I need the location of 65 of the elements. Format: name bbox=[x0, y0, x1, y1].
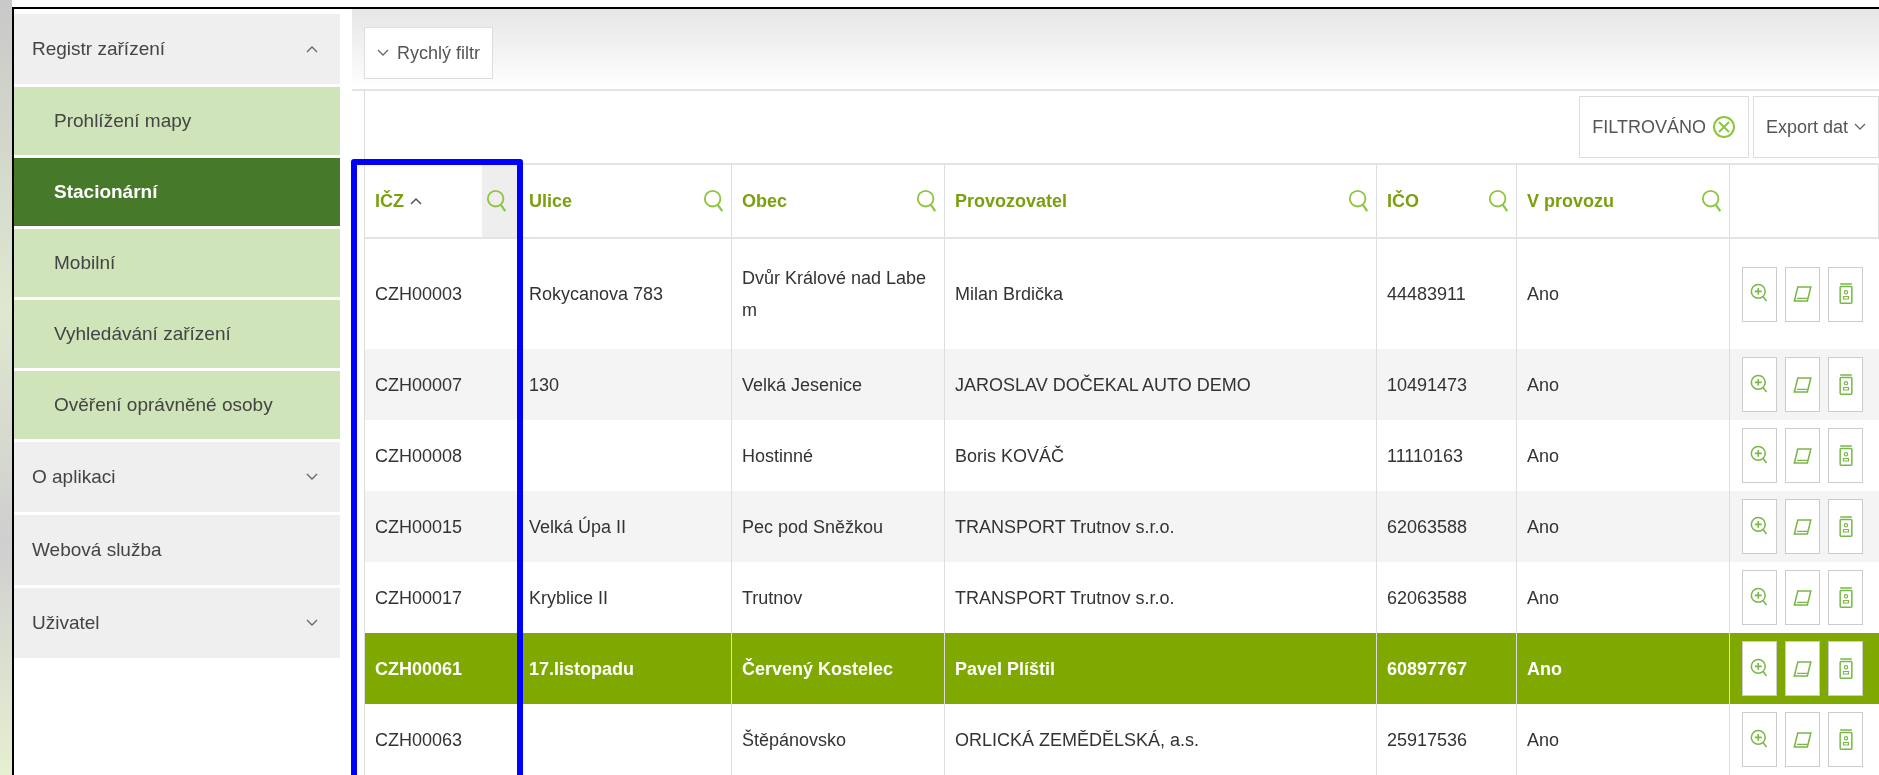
sidebar-subitem[interactable]: Ověření oprávněné osoby bbox=[14, 371, 340, 442]
table-cell: JAROSLAV DOČEKAL AUTO DEMO bbox=[945, 349, 1377, 420]
chevron-down-icon bbox=[377, 49, 389, 57]
sidebar-item[interactable]: Webová služba bbox=[14, 515, 340, 588]
book-button[interactable] bbox=[1785, 266, 1820, 322]
chevron-down-icon bbox=[1854, 123, 1866, 131]
zoom-in-button[interactable] bbox=[1742, 570, 1777, 625]
table-cell: CZH00007 bbox=[365, 349, 519, 420]
table-cell: 62063588 bbox=[1377, 491, 1517, 562]
chevron-down-icon bbox=[306, 619, 318, 627]
chevron-up-icon bbox=[306, 45, 318, 53]
id-card-button[interactable] bbox=[1828, 499, 1863, 554]
sidebar-subitem[interactable]: Mobilní bbox=[14, 229, 340, 300]
table-cell: 60897767 bbox=[1377, 633, 1517, 704]
clear-icon bbox=[1711, 115, 1736, 139]
zoom-in-button[interactable] bbox=[1742, 499, 1777, 554]
id-card-button[interactable] bbox=[1828, 570, 1863, 625]
table-cell: Pec pod Sněžkou bbox=[732, 491, 945, 562]
search-icon[interactable] bbox=[486, 189, 508, 213]
search-icon[interactable] bbox=[1488, 189, 1510, 213]
book-button[interactable] bbox=[1785, 428, 1820, 483]
sidebar-subitem[interactable]: Stacionární bbox=[14, 158, 340, 229]
book-button[interactable] bbox=[1785, 499, 1820, 554]
table-cell: Štěpánovsko bbox=[732, 704, 945, 775]
table-cell: Ano bbox=[1517, 704, 1730, 775]
table-cell: CZH00015 bbox=[365, 491, 519, 562]
table-cell: Velká Jesenice bbox=[732, 349, 945, 420]
table-cell: Ano bbox=[1517, 633, 1730, 704]
export-button[interactable]: Export dat bbox=[1752, 96, 1879, 158]
id-card-button[interactable] bbox=[1828, 712, 1863, 767]
table-cell: Pavel Plíštil bbox=[945, 633, 1377, 704]
zoom-in-button[interactable] bbox=[1742, 357, 1777, 412]
sidebar-subitem[interactable]: Prohlížení mapy bbox=[14, 87, 340, 158]
id-card-button[interactable] bbox=[1828, 266, 1863, 322]
table-cell: 10491473 bbox=[1377, 349, 1517, 420]
sidebar-item[interactable]: Registr zařízení bbox=[14, 14, 340, 87]
sidebar-item[interactable]: Uživatel bbox=[14, 588, 340, 661]
sidebar-subitem[interactable]: Vyhledávání zařízení bbox=[14, 300, 340, 371]
table-cell: Červený Kostelec bbox=[732, 633, 945, 704]
table-cell: CZH00063 bbox=[365, 704, 519, 775]
id-card-button[interactable] bbox=[1828, 357, 1863, 412]
search-icon[interactable] bbox=[703, 189, 725, 213]
table-cell: TRANSPORT Trutnov s.r.o. bbox=[945, 491, 1377, 562]
chevron-down-icon bbox=[306, 473, 318, 481]
zoom-in-button[interactable] bbox=[1742, 428, 1777, 483]
search-icon[interactable] bbox=[916, 189, 938, 213]
table-cell: Ano bbox=[1517, 349, 1730, 420]
quick-filter-button[interactable]: Rychlý filtr bbox=[364, 27, 493, 79]
book-button[interactable] bbox=[1785, 712, 1820, 767]
table-cell: CZH00061 bbox=[365, 633, 519, 704]
table-cell: Ano bbox=[1517, 491, 1730, 562]
id-card-button[interactable] bbox=[1828, 428, 1863, 483]
zoom-in-button[interactable] bbox=[1742, 266, 1777, 322]
id-card-button[interactable] bbox=[1828, 641, 1863, 696]
sidebar-item[interactable]: O aplikaci bbox=[14, 442, 340, 515]
filter-reset-button[interactable]: FILTROVÁNO bbox=[1579, 96, 1749, 158]
book-button[interactable] bbox=[1785, 357, 1820, 412]
book-button[interactable] bbox=[1785, 570, 1820, 625]
table-cell: 25917536 bbox=[1377, 704, 1517, 775]
search-icon[interactable] bbox=[1701, 189, 1723, 213]
zoom-in-button[interactable] bbox=[1742, 641, 1777, 696]
search-icon[interactable] bbox=[1348, 189, 1370, 213]
book-button[interactable] bbox=[1785, 641, 1820, 696]
zoom-in-button[interactable] bbox=[1742, 712, 1777, 767]
table-cell: ORLICKÁ ZEMĚDĚLSKÁ, a.s. bbox=[945, 704, 1377, 775]
